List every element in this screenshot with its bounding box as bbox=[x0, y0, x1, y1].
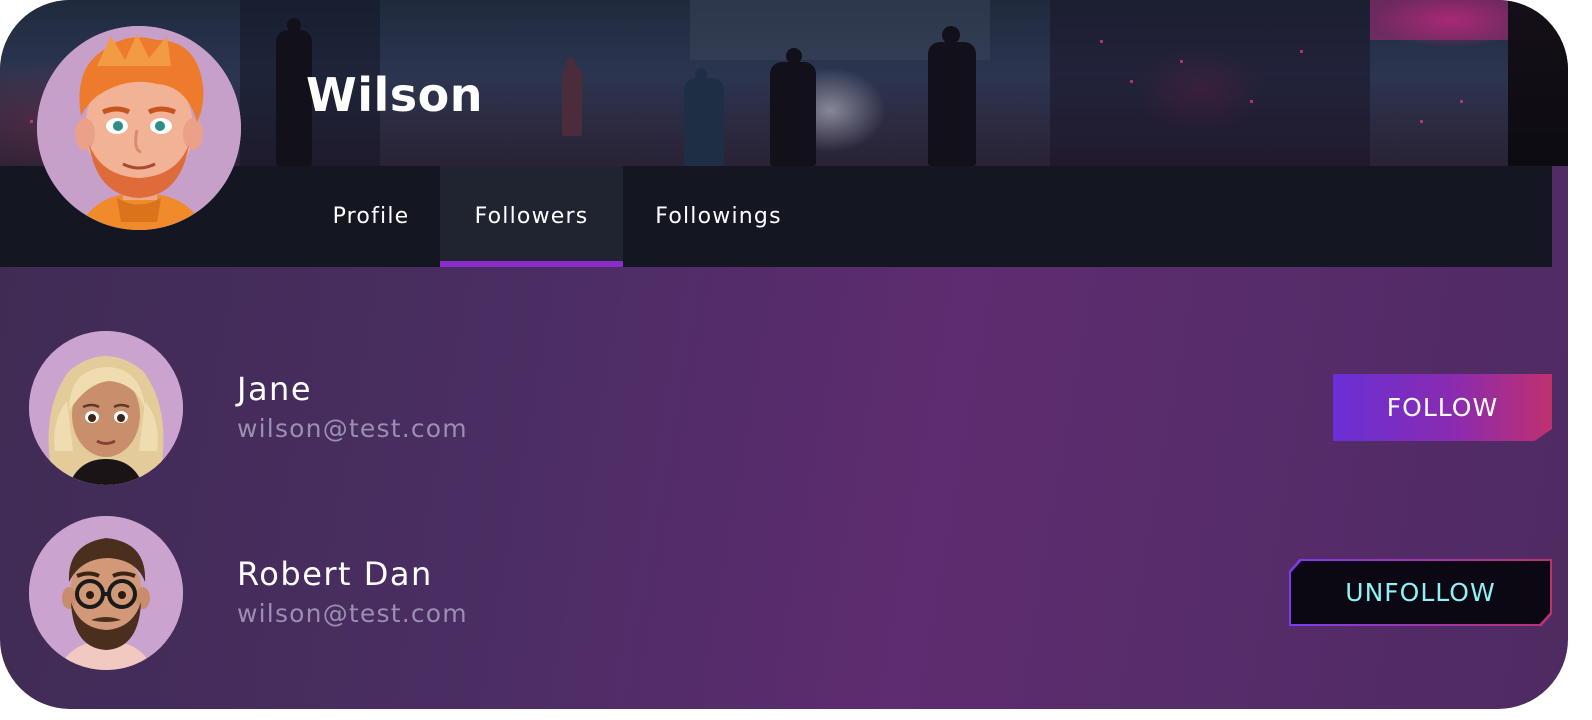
unfollow-button[interactable]: UNFOLLOW bbox=[1289, 559, 1552, 626]
tab-followers[interactable]: Followers bbox=[440, 166, 623, 267]
follower-name: Jane bbox=[237, 370, 313, 408]
follower-name: Robert Dan bbox=[237, 555, 433, 593]
follower-avatar-robert-dan bbox=[29, 516, 183, 670]
tab-profile[interactable]: Profile bbox=[306, 166, 436, 267]
profile-avatar bbox=[37, 26, 241, 230]
tab-followings[interactable]: Followings bbox=[627, 166, 810, 267]
follower-avatar-jane bbox=[29, 331, 183, 485]
follower-email: wilson@test.com bbox=[237, 599, 468, 628]
unfollow-button-label: UNFOLLOW bbox=[1291, 561, 1550, 624]
follow-button[interactable]: FOLLOW bbox=[1333, 374, 1552, 441]
active-tab-indicator bbox=[440, 261, 623, 267]
follower-email: wilson@test.com bbox=[237, 414, 468, 443]
profile-card: Profile Followers Followings Wilson Jane… bbox=[0, 0, 1568, 709]
profile-name: Wilson bbox=[306, 68, 484, 122]
